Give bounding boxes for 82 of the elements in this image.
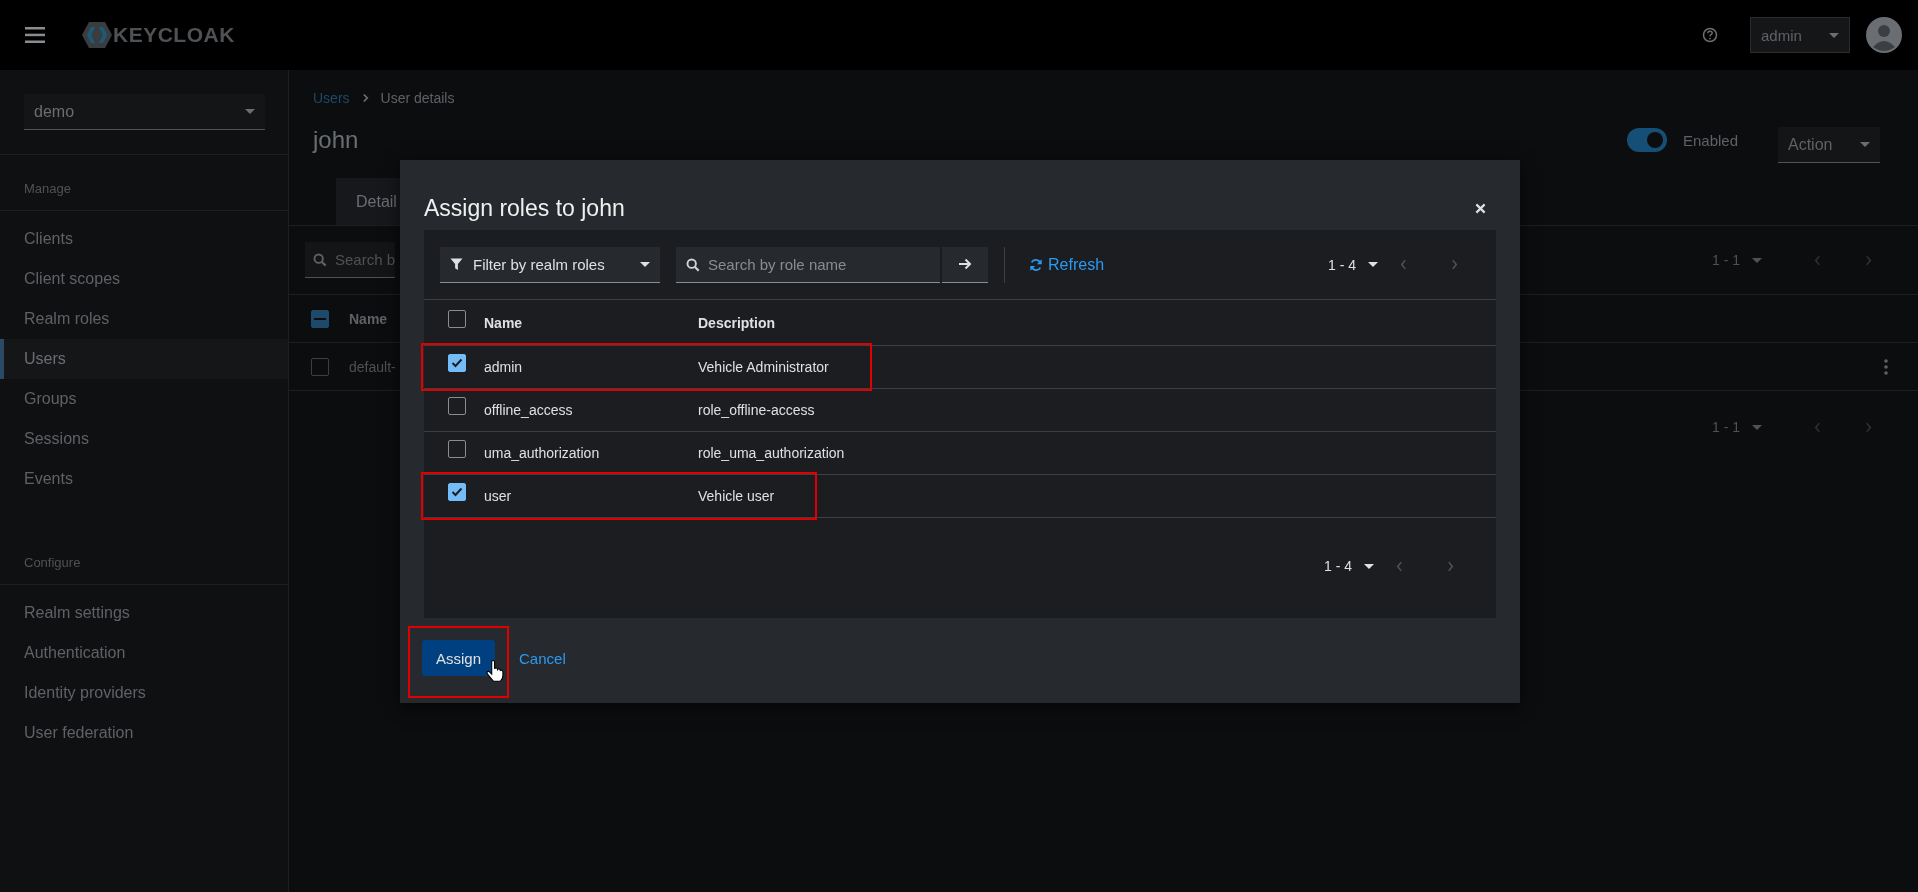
- close-icon[interactable]: [1475, 202, 1486, 214]
- help-icon[interactable]: [1702, 27, 1718, 43]
- row-checkbox[interactable]: [448, 440, 466, 458]
- column-header: Name: [484, 314, 524, 331]
- menu-icon[interactable]: [25, 27, 45, 43]
- chevron-left-icon[interactable]: [1400, 259, 1407, 270]
- hexagon-logo-icon: [81, 21, 113, 49]
- caret-icon: [640, 261, 650, 267]
- table-cell: role_uma_authorization: [698, 445, 845, 461]
- nav-item[interactable]: Client scopes: [0, 259, 288, 299]
- caret-icon: [1752, 257, 1762, 263]
- caret-icon: [1368, 262, 1378, 267]
- search-placeholder: Search b: [334, 251, 395, 268]
- avatar[interactable]: [1866, 17, 1902, 53]
- row-checkbox[interactable]: [448, 397, 466, 415]
- breadcrumb-link[interactable]: Users: [313, 90, 350, 106]
- nav-item[interactable]: Clients: [0, 219, 288, 259]
- table-cell-text: uma_authorization: [484, 445, 601, 461]
- section-title: Manage: [0, 155, 288, 211]
- search-submit-button[interactable]: [942, 246, 988, 283]
- chevron-left-icon[interactable]: [1396, 560, 1403, 572]
- nav-item[interactable]: Events: [0, 459, 288, 499]
- search-field[interactable]: Search by role name: [676, 246, 940, 283]
- caret-icon: [1364, 563, 1374, 569]
- page-title: john: [313, 126, 359, 154]
- kebab-menu-icon[interactable]: [1884, 358, 1888, 375]
- table-cell-text: user: [484, 488, 513, 504]
- table-cell-text: admin: [484, 359, 524, 375]
- tab[interactable]: Detail: [336, 178, 402, 225]
- nav-item[interactable]: Groups: [0, 379, 288, 419]
- caret-icon: [1860, 142, 1870, 147]
- nav-item[interactable]: Authentication: [0, 633, 288, 673]
- caret-icon: [1829, 32, 1839, 38]
- user-silhouette-icon: [1866, 17, 1902, 53]
- chevron-right-icon[interactable]: [1447, 560, 1454, 572]
- chevron-right-icon[interactable]: [1451, 259, 1458, 270]
- action-dropdown[interactable]: Action: [1778, 127, 1880, 163]
- nav-item[interactable]: Realm settings: [0, 593, 288, 633]
- enabled-toggle[interactable]: [1626, 128, 1667, 152]
- refresh-icon: [1029, 257, 1043, 272]
- pagination-range[interactable]: 1 - 4: [1324, 558, 1352, 574]
- row-checkbox[interactable]: [311, 357, 329, 376]
- nav-item[interactable]: Users: [0, 339, 288, 379]
- table-cell: role_offline-access: [698, 402, 815, 418]
- logo-wordmark: KEYCLOAK: [113, 23, 235, 47]
- user-menu-dropdown[interactable]: admin: [1750, 17, 1850, 53]
- chevron-right-icon: [361, 93, 369, 103]
- column-header: Name: [349, 310, 388, 327]
- nav-item[interactable]: Identity providers: [0, 673, 288, 713]
- section-title: Configure: [0, 529, 288, 585]
- nav-item[interactable]: User federation: [0, 713, 288, 753]
- table-cell-text: offline_access: [484, 402, 574, 418]
- filter-dropdown[interactable]: Filter by realm roles: [440, 246, 660, 283]
- arrow-right-icon: [958, 258, 972, 270]
- checkmark-icon: [451, 358, 463, 368]
- breadcrumb-current: User details: [380, 90, 455, 106]
- select-all-checkbox[interactable]: [448, 309, 466, 328]
- row-checkbox[interactable]: [448, 354, 466, 372]
- caret-icon: [1752, 424, 1762, 430]
- refresh-button[interactable]: Refresh: [1021, 255, 1121, 274]
- table-cell: Vehicle Administrator: [698, 359, 829, 375]
- pagination-range[interactable]: 1 - 4: [1328, 256, 1356, 273]
- cancel-link[interactable]: Cancel: [519, 649, 566, 667]
- search-field[interactable]: Search b: [305, 242, 395, 278]
- filter-icon: [450, 257, 463, 271]
- column-header: Description: [698, 314, 775, 331]
- caret-icon: [245, 109, 255, 114]
- nav-item[interactable]: Sessions: [0, 419, 288, 459]
- nav-item[interactable]: Realm roles: [0, 299, 288, 339]
- pagination-range[interactable]: 1 - 1: [1712, 419, 1740, 435]
- dialog-title: Assign roles to john: [424, 194, 625, 222]
- toggle-label: Enabled: [1682, 131, 1738, 149]
- search-icon: [313, 252, 327, 267]
- assign-button[interactable]: Assign: [422, 640, 496, 676]
- select-all-checkbox[interactable]: [311, 309, 329, 328]
- table-cell: Vehicle user: [698, 488, 775, 504]
- table-cell: default-: [349, 358, 396, 375]
- checkmark-icon: [451, 487, 463, 497]
- row-checkbox[interactable]: [448, 483, 466, 501]
- pagination-range[interactable]: 1 - 1: [1712, 252, 1740, 268]
- realm-selector[interactable]: demo: [24, 94, 265, 130]
- hand-pointer-icon: [486, 660, 504, 682]
